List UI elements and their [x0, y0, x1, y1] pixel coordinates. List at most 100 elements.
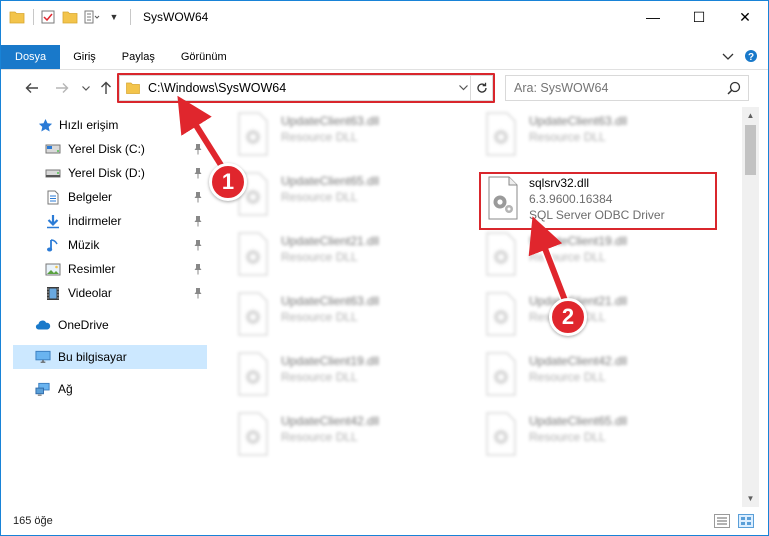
maximize-button[interactable]: ☐ — [676, 1, 722, 33]
dll-file-icon — [238, 112, 268, 156]
tab-paylas[interactable]: Paylaş — [109, 45, 168, 69]
tiles-view-button[interactable] — [738, 514, 754, 528]
nav-item-quick-access[interactable]: Hızlı erişim — [37, 113, 207, 137]
file-tile-sqlsrv32[interactable]: sqlsrv32.dll 6.3.9600.16384 SQL Server O… — [459, 171, 699, 227]
callout-step-1: 1 — [209, 163, 247, 201]
pin-icon[interactable] — [193, 143, 203, 155]
nav-item-network[interactable]: Ağ — [35, 377, 207, 401]
search-box[interactable] — [505, 75, 749, 101]
details-view-icon — [717, 517, 727, 525]
address-bar[interactable]: C:\Windows\SysWOW64 — [119, 75, 493, 101]
drive-icon — [45, 165, 61, 181]
nav-item-local-disk-c[interactable]: Yerel Disk (C:) — [45, 137, 207, 161]
vertical-scrollbar[interactable]: ▲ ▼ — [742, 107, 759, 507]
view-toggle — [714, 514, 754, 528]
file-tile[interactable]: UpdateClient65.dll Resource DLL — [459, 407, 699, 463]
title-bar: ▼ SysWOW64 — ☐ ✕ — [1, 1, 768, 33]
file-tile[interactable]: UpdateClient42.dll Resource DLL — [459, 347, 699, 403]
cloud-icon — [35, 317, 51, 333]
nav-label: Bu bilgisayar — [58, 350, 127, 364]
folder-icon — [9, 9, 25, 25]
pin-icon[interactable] — [193, 191, 203, 203]
tab-giris[interactable]: Giriş — [60, 45, 109, 69]
file-type: Resource DLL — [281, 130, 358, 144]
dll-file-icon — [486, 412, 516, 456]
file-tile[interactable]: UpdateClient19.dll Resource DLL — [211, 347, 451, 403]
nav-item-local-disk-d[interactable]: Yerel Disk (D:) — [45, 161, 207, 185]
file-tile[interactable]: UpdateClient21.dll Resource DLL — [211, 227, 451, 283]
nav-item-documents[interactable]: Belgeler — [45, 185, 207, 209]
file-tile[interactable]: UpdateClient42.dll Resource DLL — [211, 407, 451, 463]
explorer-window: ▼ SysWOW64 — ☐ ✕ Dosya Giriş Paylaş Görü… — [0, 0, 769, 536]
pin-icon[interactable] — [193, 215, 203, 227]
window-title: SysWOW64 — [143, 10, 209, 24]
nav-item-onedrive[interactable]: OneDrive — [35, 313, 207, 337]
file-tile[interactable]: UpdateClient63.dll Resource DLL — [211, 287, 451, 343]
chevron-down-icon[interactable] — [722, 50, 734, 64]
help-icon[interactable]: ? — [744, 49, 758, 66]
pin-icon[interactable] — [193, 263, 203, 275]
back-button[interactable] — [23, 79, 41, 97]
file-type: Resource DLL — [529, 250, 606, 264]
nav-item-music[interactable]: Müzik — [45, 233, 207, 257]
nav-item-videos[interactable]: Videolar — [45, 281, 207, 305]
forward-button[interactable] — [53, 79, 71, 97]
refresh-icon — [476, 82, 487, 93]
tab-gorunum[interactable]: Görünüm — [168, 45, 240, 69]
nav-label: Belgeler — [68, 190, 113, 204]
customize-toolbar-icon[interactable] — [84, 9, 100, 25]
file-type: Resource DLL — [281, 310, 358, 324]
search-icon[interactable] — [727, 81, 741, 95]
scrollbar-thumb[interactable] — [745, 125, 756, 175]
nav-label: Ağ — [58, 382, 73, 396]
file-name: UpdateClient65.dll — [281, 174, 380, 188]
dll-file-icon — [238, 292, 268, 336]
file-description: SQL Server ODBC Driver — [529, 208, 665, 222]
nav-label: İndirmeler — [68, 214, 122, 228]
file-tile[interactable]: UpdateClient63.dll Resource DLL — [459, 107, 699, 163]
up-button[interactable] — [97, 79, 115, 97]
search-input[interactable] — [514, 81, 714, 95]
refresh-button[interactable] — [470, 76, 492, 100]
properties-icon[interactable] — [40, 9, 56, 25]
nav-label: Yerel Disk (D:) — [68, 166, 145, 180]
details-view-button[interactable] — [714, 514, 730, 528]
dll-file-icon — [238, 352, 268, 396]
recent-locations-button[interactable] — [77, 79, 95, 97]
pin-icon[interactable] — [193, 167, 203, 179]
separator — [130, 9, 131, 25]
computer-icon — [35, 349, 51, 365]
address-path[interactable]: C:\Windows\SysWOW64 — [148, 81, 456, 95]
scroll-up-arrow-icon[interactable]: ▲ — [742, 107, 759, 124]
nav-item-this-pc[interactable]: Bu bilgisayar — [13, 345, 207, 369]
file-name: UpdateClient63.dll — [529, 114, 628, 128]
minimize-button[interactable]: — — [630, 1, 676, 33]
status-bar: 165 öğe — [1, 507, 768, 535]
tab-dosya[interactable]: Dosya — [1, 45, 61, 69]
nav-item-downloads[interactable]: İndirmeler — [45, 209, 207, 233]
file-tile[interactable]: UpdateClient65.dll Resource DLL — [211, 167, 451, 223]
chevron-down-icon — [82, 85, 90, 91]
file-tile[interactable]: UpdateClient19.dll Resource DLL — [459, 227, 699, 283]
close-button[interactable]: ✕ — [722, 1, 768, 33]
file-version: 6.3.9600.16384 — [529, 192, 613, 206]
file-name: UpdateClient19.dll — [529, 234, 628, 248]
download-icon — [45, 213, 61, 229]
nav-item-pictures[interactable]: Resimler — [45, 257, 207, 281]
file-name: UpdateClient42.dll — [529, 354, 628, 368]
nav-label: Videolar — [68, 286, 112, 300]
dll-file-icon — [238, 232, 268, 276]
file-type: Resource DLL — [529, 130, 606, 144]
pin-icon[interactable] — [193, 239, 203, 251]
quick-access-toolbar: ▼ — [9, 9, 137, 25]
address-dropdown-icon[interactable] — [456, 83, 470, 94]
pin-icon[interactable] — [193, 287, 203, 299]
navigation-pane: Hızlı erişim Yerel Disk (C:) Yerel Disk … — [13, 111, 207, 491]
separator — [33, 9, 34, 25]
new-folder-icon[interactable] — [62, 9, 78, 25]
scroll-down-arrow-icon[interactable]: ▼ — [742, 490, 759, 507]
ribbon-right-controls: ? — [722, 45, 758, 69]
file-type: Resource DLL — [281, 430, 358, 444]
file-tile[interactable]: UpdateClient63.dll Resource DLL — [211, 107, 451, 163]
dropdown-arrow-icon[interactable]: ▼ — [106, 9, 122, 25]
